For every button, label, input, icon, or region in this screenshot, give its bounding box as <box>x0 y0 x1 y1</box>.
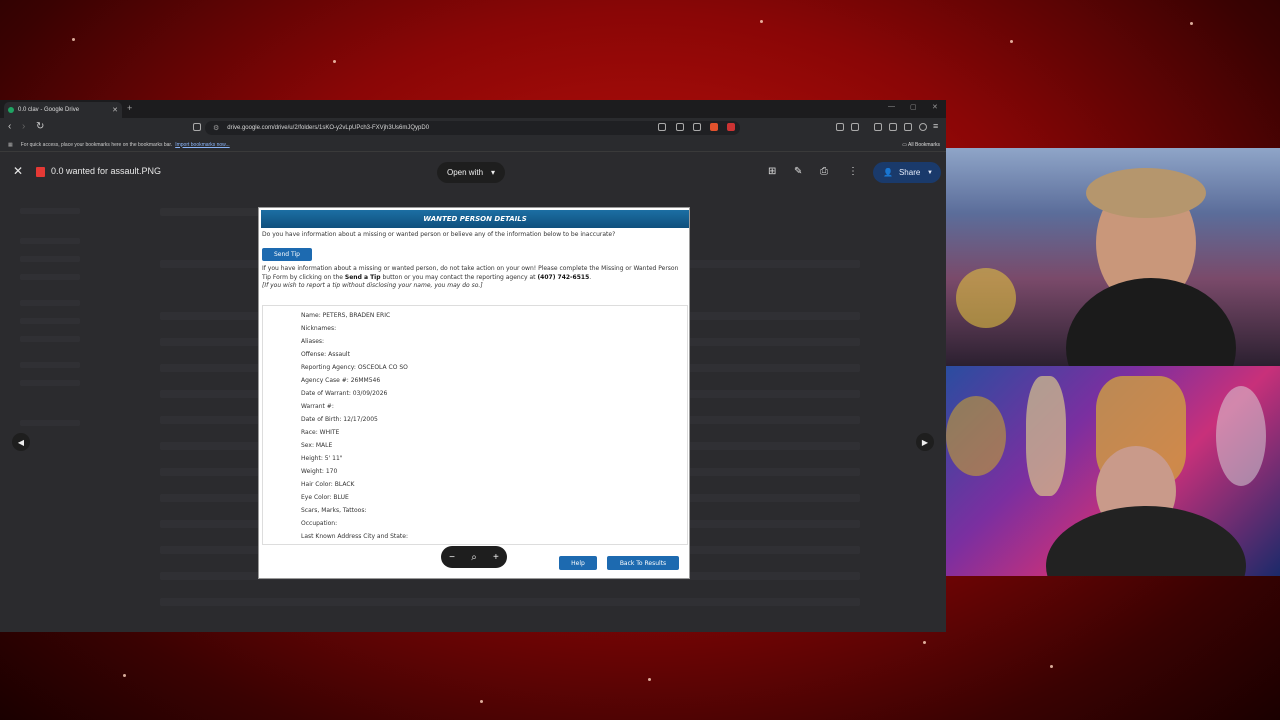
detail-field: Last Known Address City and State: <box>301 533 408 540</box>
modal-header: WANTED PERSON DETAILS <box>261 210 689 228</box>
next-icon[interactable]: ▶ <box>916 433 934 451</box>
minimize-icon[interactable]: — <box>888 103 895 110</box>
brave-shield-icon[interactable] <box>710 123 718 131</box>
tip-instructions: If you have information about a missing … <box>262 265 679 289</box>
prev-icon[interactable]: ◀ <box>12 433 30 451</box>
back-icon[interactable]: ‹ <box>8 121 11 132</box>
detail-field: Nicknames: <box>301 325 337 332</box>
share-people-icon: 👤 <box>883 168 893 177</box>
cast-icon[interactable] <box>658 123 666 131</box>
file-name: 0.0 wanted for assault.PNG <box>51 166 162 176</box>
open-with-label: Open with <box>447 168 484 177</box>
detail-field: Weight: 170 <box>301 468 338 475</box>
more-icon[interactable]: ⋮ <box>848 166 858 177</box>
extensions-icon[interactable] <box>836 123 844 131</box>
back-to-results-button[interactable]: Back To Results <box>607 556 679 570</box>
chevron-down-icon: ▾ <box>491 168 496 177</box>
tip-question: Do you have information about a missing … <box>262 231 616 238</box>
vpn-icon[interactable] <box>904 123 912 131</box>
all-bookmarks-label: All Bookmarks <box>908 142 940 148</box>
add-folder-icon[interactable]: ⊞ <box>768 166 776 177</box>
rewards-icon[interactable] <box>727 123 735 131</box>
menu-icon[interactable]: ≡ <box>933 121 938 131</box>
detail-field: Hair Color: BLACK <box>301 481 355 488</box>
zoom-page-icon[interactable] <box>676 123 684 131</box>
wanted-person-image: WANTED PERSON DETAILS Do you have inform… <box>258 207 690 579</box>
detail-field: Agency Case #: 26MM546 <box>301 377 381 384</box>
person-details: Name: PETERS, BRADEN ERIC Nicknames: Ali… <box>262 305 688 545</box>
tab-strip: 0.0 clav - Google Drive ✕ + — ▢ ✕ <box>0 100 946 118</box>
detail-field: Race: WHITE <box>301 429 340 436</box>
detail-field: Height: 5' 11" <box>301 455 343 462</box>
bookmarks-bar: ▦ For quick access, place your bookmarks… <box>0 138 946 152</box>
zoom-controls: − ⌕ + <box>441 546 507 568</box>
share-dropdown-icon[interactable]: ▼ <box>927 170 933 176</box>
zoom-out-icon[interactable]: − <box>449 552 455 563</box>
sidebar-icon[interactable] <box>851 123 859 131</box>
detail-field: Scars, Marks, Tattoos: <box>301 507 367 514</box>
profile-icon[interactable] <box>919 123 927 131</box>
forward-icon[interactable]: › <box>22 121 25 132</box>
drive-favicon-icon <box>8 107 14 113</box>
detail-field: Warrant #: <box>301 403 334 410</box>
share-page-icon[interactable] <box>693 123 701 131</box>
browser-toolbar: ‹ › ↻ ⚙ drive.google.com/drive/u/2/folde… <box>0 118 946 138</box>
detail-field: Date of Warrant: 03/09/2026 <box>301 390 388 397</box>
bookmark-icon[interactable] <box>193 123 201 131</box>
new-tab-icon[interactable]: + <box>127 103 132 113</box>
detail-field: Offense: Assault <box>301 351 350 358</box>
url-text: drive.google.com/drive/u/2/folders/1sKO-… <box>227 125 430 131</box>
detail-field: Date of Birth: 12/17/2005 <box>301 416 378 423</box>
zoom-icon[interactable]: ⌕ <box>471 552 477 563</box>
bookmarks-hint: For quick access, place your bookmarks h… <box>20 141 173 148</box>
help-button[interactable]: Help <box>559 556 597 570</box>
open-with-button[interactable]: Open with ▾ <box>437 162 506 183</box>
apps-icon[interactable]: ▦ <box>8 142 13 148</box>
send-tip-button[interactable]: Send Tip <box>262 248 312 261</box>
all-bookmarks-button[interactable]: ▭ All Bookmarks <box>902 142 940 148</box>
image-file-icon <box>36 167 45 177</box>
maximize-icon[interactable]: ▢ <box>910 103 917 111</box>
site-info-icon[interactable]: ⚙ <box>213 124 219 132</box>
tab-close-icon[interactable]: ✕ <box>112 106 118 114</box>
webcam-top <box>946 148 1280 366</box>
detail-field: Name: PETERS, BRADEN ERIC <box>301 312 391 319</box>
detail-field: Occupation: <box>301 520 338 527</box>
close-icon[interactable]: ✕ <box>13 164 23 178</box>
zoom-in-icon[interactable]: + <box>493 552 499 563</box>
add-comment-icon[interactable]: ✎ <box>794 166 802 177</box>
browser-tab[interactable]: 0.0 clav - Google Drive ✕ <box>4 102 122 118</box>
share-button[interactable]: 👤 Share ▼ <box>873 162 941 183</box>
detail-field: Reporting Agency: OSCEOLA CO SO <box>301 364 408 371</box>
reader-icon[interactable] <box>874 123 882 131</box>
share-label: Share <box>898 168 921 177</box>
detail-field: Eye Color: BLUE <box>301 494 349 501</box>
viewer-header: ✕ 0.0 wanted for assault.PNG Open with ▾… <box>0 152 946 192</box>
webcam-bottom <box>946 366 1280 576</box>
window-close-icon[interactable]: ✕ <box>932 103 938 111</box>
tab-title: 0.0 clav - Google Drive <box>18 107 80 113</box>
print-icon[interactable]: ⎙ <box>820 166 828 177</box>
wallet-icon[interactable] <box>889 123 897 131</box>
import-bookmarks-link[interactable]: Import bookmarks now... <box>175 142 229 148</box>
detail-field: Sex: MALE <box>301 442 333 449</box>
detail-field: Aliases: <box>301 338 325 345</box>
reload-icon[interactable]: ↻ <box>36 121 44 132</box>
